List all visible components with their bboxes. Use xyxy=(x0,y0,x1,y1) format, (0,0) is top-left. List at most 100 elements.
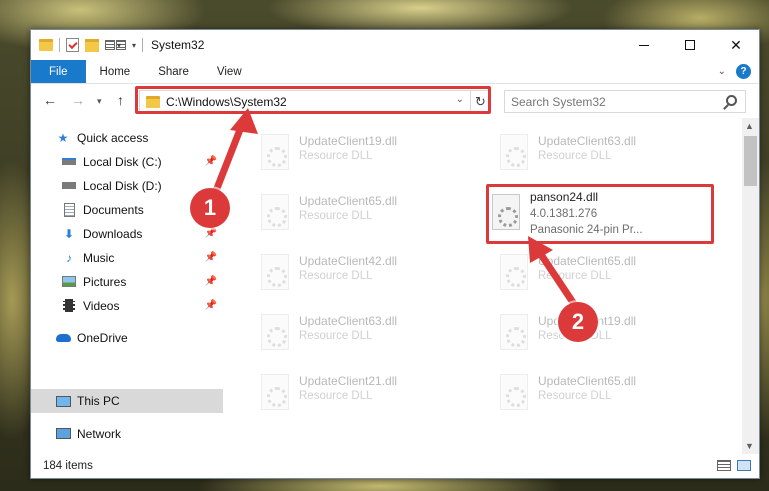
forward-arrow-icon[interactable]: → xyxy=(71,92,85,108)
ribbon-tabs: File Home Share View ⌄ ? xyxy=(31,60,759,84)
list-item[interactable]: UpdateClient42.dll Resource DLL xyxy=(243,246,463,298)
tab-share[interactable]: Share xyxy=(144,60,203,83)
list-item[interactable]: UpdateClient63.dll Resource DLL xyxy=(243,306,463,358)
window-controls: ✕ xyxy=(621,30,759,60)
sidebar-item-music[interactable]: ♪ Music 📌 xyxy=(31,246,223,269)
details-view-icon[interactable] xyxy=(717,460,731,471)
list-item[interactable]: UpdateClient21.dll Resource DLL xyxy=(243,366,463,418)
customize-toolbar-icon[interactable]: ▾ xyxy=(105,40,126,50)
toolbar-divider xyxy=(142,38,144,52)
tiles-view-icon[interactable] xyxy=(737,460,751,471)
sidebar-item-label: Music xyxy=(83,250,115,265)
file-list: UpdateClient19.dll Resource DLL UpdateCl… xyxy=(227,118,742,453)
step-badge-1: 1 xyxy=(190,188,230,228)
item-count: 184 items xyxy=(43,460,93,472)
list-item[interactable]: UpdateClient19.dll Resource DLL xyxy=(243,126,463,178)
step-badge-2: 2 xyxy=(558,302,598,342)
drive-d-icon xyxy=(61,179,77,193)
scroll-up-icon[interactable]: ▲ xyxy=(745,121,754,131)
scroll-down-icon[interactable]: ▼ xyxy=(745,441,754,451)
pin-icon[interactable]: 📌 xyxy=(205,276,217,287)
dll-file-icon xyxy=(500,374,528,410)
sidebar-item-label: Documents xyxy=(83,202,144,217)
ribbon-right: ⌄ ? xyxy=(718,60,759,83)
sidebar-item-this-pc[interactable]: This PC xyxy=(31,389,223,413)
list-item[interactable]: UpdateClient65.dll Resource DLL xyxy=(243,186,463,238)
maximize-button[interactable] xyxy=(667,30,713,60)
recent-locations-icon[interactable]: ▾ xyxy=(97,96,102,107)
file-highlight-box xyxy=(486,184,714,244)
title-bar: ▾ ▾ System32 ✕ xyxy=(31,30,759,60)
pin-icon[interactable]: 📌 xyxy=(205,156,217,167)
view-toggles xyxy=(717,460,751,471)
status-bar: 184 items xyxy=(31,454,759,478)
search-input[interactable] xyxy=(511,94,711,109)
minimize-button[interactable] xyxy=(621,30,667,60)
pin-icon[interactable]: 📌 xyxy=(205,300,217,311)
sidebar-item-videos[interactable]: Videos 📌 xyxy=(31,294,223,317)
dll-file-icon xyxy=(500,254,528,290)
sidebar-item-network[interactable]: Network xyxy=(31,422,223,445)
dll-file-icon xyxy=(261,134,289,170)
sidebar-item-label: Videos xyxy=(83,298,120,313)
dll-file-icon xyxy=(261,194,289,230)
new-folder-icon[interactable] xyxy=(85,38,99,52)
address-highlight-box xyxy=(135,86,491,114)
search-icon[interactable] xyxy=(726,95,737,106)
star-icon: ★ xyxy=(57,130,69,145)
tab-file[interactable]: File xyxy=(31,60,86,83)
tab-view[interactable]: View xyxy=(203,60,256,83)
minimize-icon xyxy=(639,44,649,46)
close-icon: ✕ xyxy=(730,36,742,53)
properties-icon[interactable] xyxy=(66,38,79,52)
list-item[interactable]: UpdateClient63.dll Resource DLL xyxy=(482,126,702,178)
window-title: System32 xyxy=(151,38,205,52)
network-icon xyxy=(55,427,71,441)
help-icon[interactable]: ? xyxy=(736,64,751,79)
up-arrow-icon[interactable]: ↑ xyxy=(117,92,124,108)
cloud-icon xyxy=(55,331,71,345)
back-arrow-icon[interactable]: ← xyxy=(43,92,57,108)
vertical-scrollbar[interactable]: ▲ ▼ xyxy=(742,118,759,454)
sidebar-item-label: Local Disk (D:) xyxy=(83,178,162,193)
list-item[interactable]: UpdateClient65.dll Resource DLL xyxy=(482,246,702,298)
documents-icon xyxy=(61,202,77,217)
sidebar-item-quick-access[interactable]: ★ Quick access xyxy=(31,126,223,149)
pictures-icon xyxy=(61,275,77,289)
list-item[interactable]: UpdateClient65.dll Resource DLL xyxy=(482,366,702,418)
monitor-icon xyxy=(55,394,71,408)
pin-icon[interactable]: 📌 xyxy=(205,252,217,263)
folder-icon xyxy=(39,39,53,51)
dll-file-icon xyxy=(261,314,289,350)
sidebar-item-label: Downloads xyxy=(83,226,143,241)
toolbar-dropdown-icon[interactable]: ▾ xyxy=(132,41,136,50)
pin-icon[interactable]: 📌 xyxy=(205,228,217,239)
download-icon: ⬇ xyxy=(63,226,75,241)
search-box[interactable] xyxy=(504,90,746,113)
dll-file-icon xyxy=(500,134,528,170)
maximize-icon xyxy=(685,40,695,50)
sidebar-item-label: Network xyxy=(77,426,122,441)
scrollbar-thumb[interactable] xyxy=(744,136,757,186)
sidebar-item-label: Pictures xyxy=(83,274,127,289)
tab-home[interactable]: Home xyxy=(86,60,145,83)
toolbar-divider xyxy=(59,38,60,52)
videos-icon xyxy=(61,299,77,313)
sidebar-item-pictures[interactable]: Pictures 📌 xyxy=(31,270,223,293)
sidebar-item-local-disk-d[interactable]: Local Disk (D:) xyxy=(31,174,223,197)
close-button[interactable]: ✕ xyxy=(713,30,759,60)
expand-ribbon-icon[interactable]: ⌄ xyxy=(718,66,726,77)
dll-file-icon xyxy=(261,254,289,290)
quick-access-toolbar: ▾ ▾ xyxy=(39,38,144,52)
sidebar-item-onedrive[interactable]: OneDrive xyxy=(31,326,223,349)
dll-file-icon xyxy=(261,374,289,410)
dll-file-icon xyxy=(500,314,528,350)
navigation-pane: ★ Quick access Local Disk (C:) 📌 Local D… xyxy=(31,126,223,446)
sidebar-item-local-disk-c[interactable]: Local Disk (C:) 📌 xyxy=(31,150,223,173)
sidebar-item-label: OneDrive xyxy=(77,330,128,345)
sidebar-item-label: Local Disk (C:) xyxy=(83,154,162,169)
sidebar-item-label: Quick access xyxy=(77,130,149,145)
sidebar-item-downloads[interactable]: ⬇ Downloads 📌 xyxy=(31,222,223,245)
drive-c-icon xyxy=(61,155,77,169)
sidebar-item-label: This PC xyxy=(77,394,120,408)
